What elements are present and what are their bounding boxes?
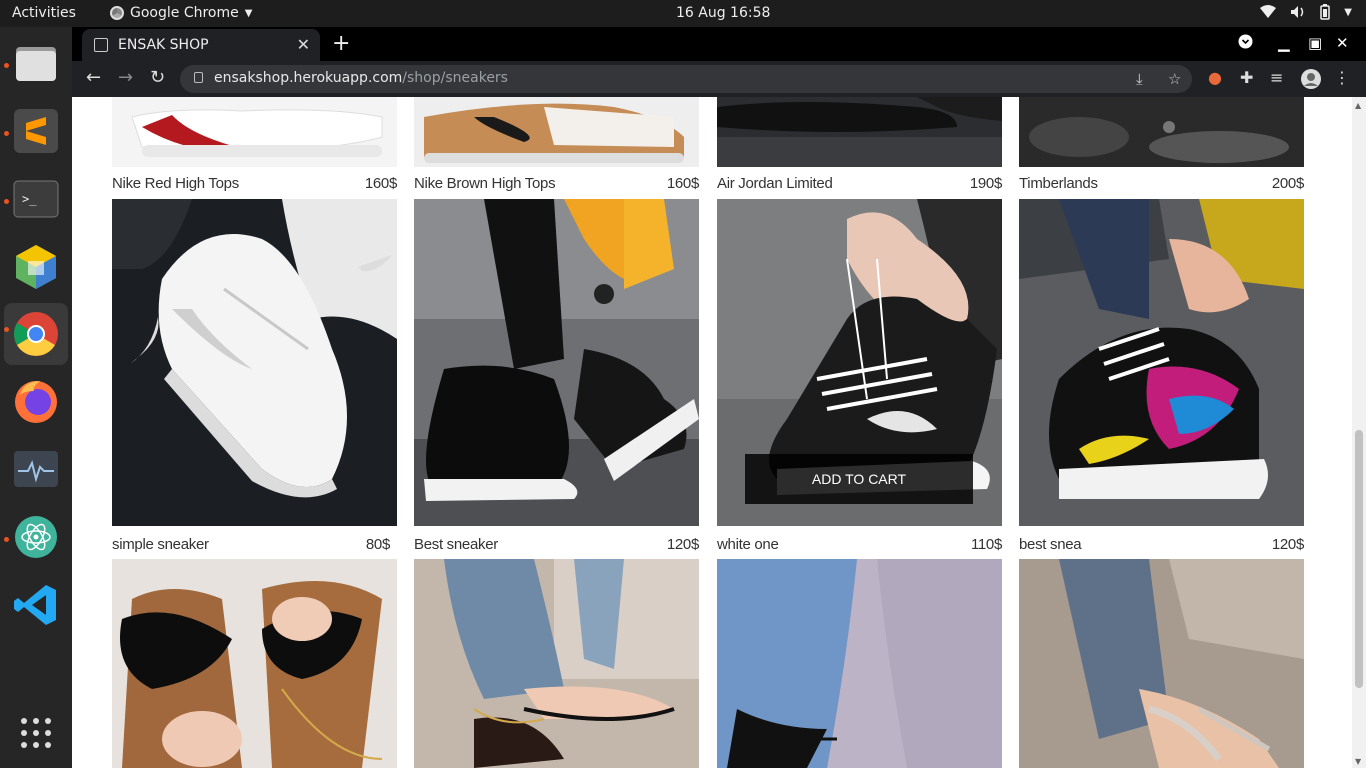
firefox-icon[interactable] [10,375,62,427]
minimize-window-icon[interactable]: ▁ [1278,34,1290,52]
reading-list-icon[interactable]: ≡ [1270,68,1283,87]
sublime-text-icon[interactable] [10,105,62,157]
chrome-icon [110,6,124,20]
reload-icon[interactable]: ↻ [150,67,165,88]
tab-title: ENSAK SHOP [118,37,209,53]
app-menu[interactable]: Google Chrome ▼ [110,5,252,21]
product-image[interactable] [717,97,1002,167]
system-tray[interactable]: ▼ [1260,4,1352,20]
product-image[interactable] [717,559,1002,768]
profile-avatar[interactable] [1300,68,1322,94]
url-text: ensakshop.herokuapp.com/shop/sneakers [214,70,508,86]
product-image[interactable] [414,199,699,526]
product-info: Timberlands 200$ [1019,173,1304,195]
product-image[interactable] [1019,559,1304,768]
url-host: ensakshop.herokuapp.com [214,70,403,86]
product-name[interactable]: Air Jordan Limited [717,175,833,192]
scroll-down-icon[interactable]: ▼ [1355,757,1361,766]
page-favicon-icon [94,38,108,52]
scrollbar-thumb[interactable] [1355,430,1363,688]
product-image[interactable] [112,559,397,768]
forward-icon[interactable]: → [118,67,133,88]
product-name[interactable]: best snea [1019,536,1082,553]
product-price: 190$ [969,175,1002,192]
terminal-icon[interactable]: >_ [10,173,62,225]
product-name[interactable]: Timberlands [1019,175,1098,192]
extension-fox-icon[interactable]: ● [1208,68,1222,87]
activities-button[interactable]: Activities [12,5,76,21]
product-info: Best sneaker 120$ [414,534,699,556]
clock[interactable]: 16 Aug 16:58 [676,5,770,21]
back-icon[interactable]: ← [86,67,101,88]
running-indicator [4,327,9,332]
running-indicator [4,63,9,68]
bookmark-star-icon[interactable]: ☆ [1168,70,1181,88]
tab-search-icon[interactable] [1238,34,1253,53]
close-window-icon[interactable]: ✕ [1336,34,1349,52]
battery-icon [1320,4,1331,20]
running-indicator [4,131,9,136]
wifi-icon [1260,5,1277,18]
maximize-window-icon[interactable]: ▣ [1308,34,1322,52]
product-price: 120$ [1271,536,1304,553]
product-price: 160$ [364,175,397,192]
scroll-up-icon[interactable]: ▲ [1355,101,1361,110]
product-price: 200$ [1271,175,1304,192]
new-tab-icon[interactable]: + [332,31,350,56]
extensions-puzzle-icon[interactable]: ✚ [1240,68,1253,87]
product-image[interactable]: ADD TO CART [717,199,1002,526]
system-top-bar: Activities Google Chrome ▼ 16 Aug 16:58 … [0,0,1366,27]
product-name[interactable]: white one [717,536,779,553]
product-image[interactable] [414,97,699,167]
product-price: 120$ [666,536,699,553]
product-price: 80$ [365,536,390,553]
dock: >_ [0,27,72,768]
tab-ensak-shop[interactable]: ENSAK SHOP ✕ [82,29,320,61]
url-path: /shop/sneakers [402,70,508,86]
product-info: Nike Red High Tops 160$ [112,173,397,195]
product-name[interactable]: Best sneaker [414,536,498,553]
3d-cube-app-icon[interactable] [10,241,62,293]
product-info: simple sneaker 80$ [112,534,397,556]
product-info: Nike Brown High Tops 160$ [414,173,699,195]
browser-toolbar: ← → ↻ ensakshop.herokuapp.com/shop/sneak… [72,61,1366,97]
running-indicator [4,537,9,542]
product-info: Air Jordan Limited 190$ [717,173,1002,195]
product-info: white one 110$ [717,534,1002,556]
files-icon[interactable] [10,37,62,89]
power-menu-caret-icon: ▼ [1344,6,1352,18]
address-bar[interactable]: ensakshop.herokuapp.com/shop/sneakers ⤓ … [180,65,1192,93]
atom-icon[interactable] [10,511,62,563]
system-monitor-icon[interactable] [10,443,62,495]
lock-icon [194,72,203,83]
product-image[interactable] [112,199,397,526]
svg-text:>_: >_ [22,192,37,206]
vertical-scrollbar[interactable]: ▲ ▼ [1352,97,1366,768]
product-price: 110$ [970,536,1002,553]
caret-down-icon: ▼ [244,7,253,19]
volume-icon [1291,6,1304,18]
product-name[interactable]: Nike Brown High Tops [414,175,556,192]
chrome-menu-icon[interactable]: ⋮ [1334,68,1350,87]
product-name[interactable]: Nike Red High Tops [112,175,239,192]
product-info: best snea 120$ [1019,534,1304,556]
running-indicator [4,199,9,204]
tab-strip: ENSAK SHOP ✕ + ▁ ▣ ✕ [72,27,1366,61]
show-applications-icon[interactable] [10,707,62,759]
chrome-dock-icon[interactable] [4,303,68,365]
vscode-icon[interactable] [10,579,62,631]
product-image[interactable] [112,97,397,167]
close-tab-icon[interactable]: ✕ [297,35,310,54]
add-to-cart-button[interactable]: ADD TO CART [745,454,973,504]
install-app-icon[interactable]: ⤓ [1136,70,1143,88]
page-content: Nike Red High Tops 160$ Nike Brown High … [72,97,1366,768]
product-image[interactable] [1019,199,1304,526]
app-menu-label: Google Chrome [130,5,239,21]
product-name[interactable]: simple sneaker [112,536,209,553]
product-price: 160$ [666,175,699,192]
product-image[interactable] [414,559,699,768]
product-image[interactable] [1019,97,1304,167]
